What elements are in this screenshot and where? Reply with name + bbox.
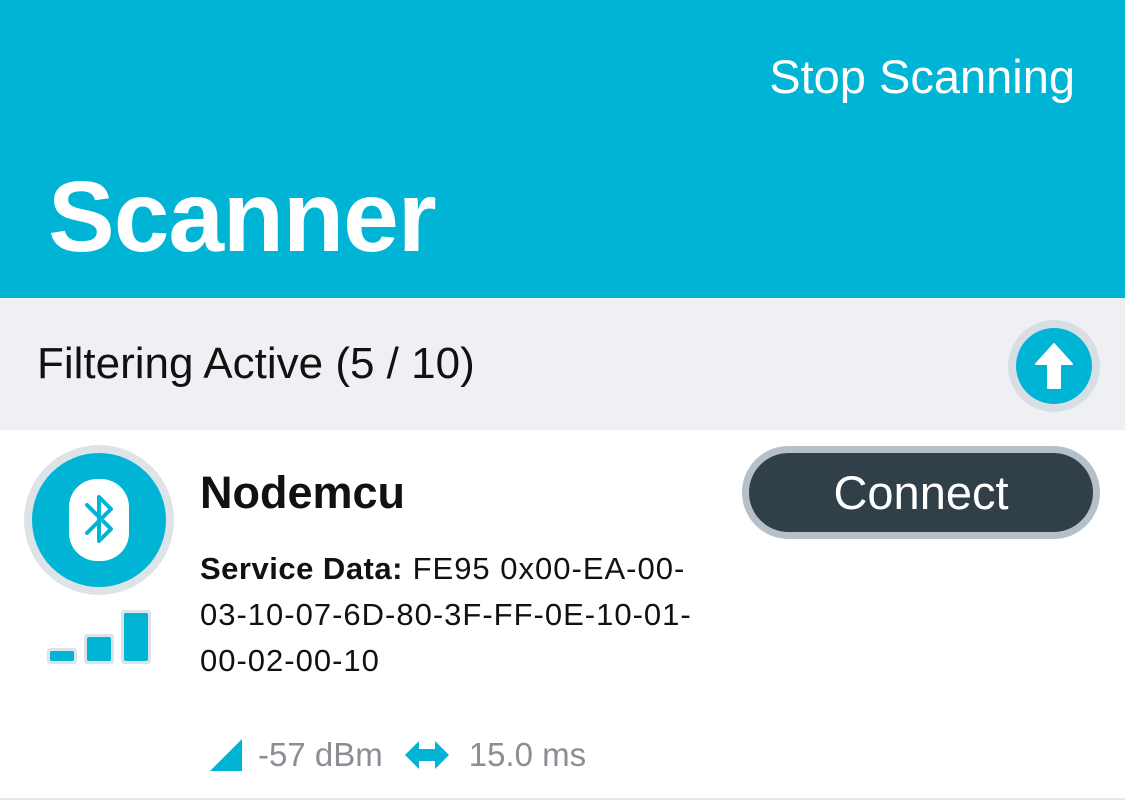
rssi-icon: [210, 739, 242, 771]
signal-strength-icon: [47, 610, 151, 664]
rssi-value: -57 dBm: [258, 736, 383, 773]
device-metrics: -57 dBm 15.0 ms: [208, 730, 586, 780]
service-data-label: Service Data:: [200, 551, 403, 586]
interval-value: 15.0 ms: [468, 736, 587, 773]
device-list-item[interactable]: Nodemcu Service Data: FE95 0x00-EA-00-03…: [0, 430, 1125, 800]
app-header: Stop Scanning Scanner: [0, 0, 1125, 298]
connect-button-label: Connect: [749, 453, 1093, 532]
bluetooth-icon: [69, 479, 129, 561]
interval-icon: [404, 741, 449, 769]
filter-bar[interactable]: Filtering Active (5 / 10): [0, 298, 1125, 430]
connect-button[interactable]: Connect: [742, 446, 1100, 539]
device-name: Nodemcu: [200, 467, 406, 518]
device-avatar: [24, 445, 174, 595]
row-divider: [0, 798, 1125, 800]
stop-scanning-button[interactable]: Stop Scanning: [769, 48, 1075, 106]
service-data: Service Data: FE95 0x00-EA-00-03-10-07-6…: [200, 546, 700, 684]
arrow-up-icon: [1016, 328, 1092, 404]
scroll-to-top-button[interactable]: [1008, 320, 1100, 412]
filter-status-label: Filtering Active (5 / 10): [37, 339, 475, 388]
page-title: Scanner: [48, 161, 437, 273]
